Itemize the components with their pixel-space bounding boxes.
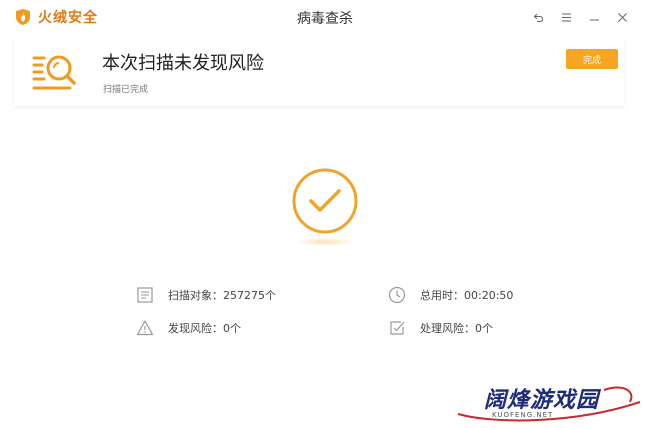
close-icon (617, 12, 627, 22)
menu-button[interactable] (552, 8, 580, 26)
scanned-objects-text: 扫描对象：257275个 (168, 289, 276, 302)
done-button[interactable]: 完成 (566, 49, 618, 69)
risks-found-text: 发现风险：0个 (168, 322, 241, 335)
edit-check-icon (390, 321, 405, 335)
document-icon (137, 287, 153, 303)
time-used-text: 总用时：00:20:50 (420, 289, 514, 302)
site-watermark: 阔烽游戏园 KUOFENG.NET (454, 380, 644, 424)
stat-risks-handled: 处理风险：0个 (388, 318, 493, 338)
back-button[interactable] (524, 8, 552, 26)
stat-time-used: 总用时：00:20:50 (388, 285, 513, 305)
window-controls (524, 8, 636, 26)
minimize-icon (589, 19, 599, 20)
result-header: 本次扫描未发现风险 扫描已完成 完成 (14, 36, 624, 106)
check-shadow (295, 238, 355, 246)
minimize-button[interactable] (580, 8, 608, 26)
title-bar: 火绒安全 病毒查杀 (0, 0, 650, 34)
back-icon (533, 13, 543, 22)
success-indicator (289, 165, 361, 249)
result-title: 本次扫描未发现风险 (102, 53, 264, 74)
result-subtitle: 扫描已完成 (103, 85, 149, 95)
warning-icon (136, 320, 154, 336)
scan-report-icon (32, 55, 76, 90)
menu-icon (561, 13, 571, 21)
risks-handled-text: 处理风险：0个 (420, 322, 493, 335)
clock-icon (388, 286, 406, 304)
watermark-url: KUOFENG.NET (492, 411, 554, 419)
close-button[interactable] (608, 8, 636, 26)
check-circle-icon (292, 168, 358, 234)
stat-scanned-objects: 扫描对象：257275个 (136, 285, 276, 305)
watermark-text: 阔烽游戏园 (484, 388, 600, 413)
stat-risks-found: 发现风险：0个 (136, 318, 241, 338)
